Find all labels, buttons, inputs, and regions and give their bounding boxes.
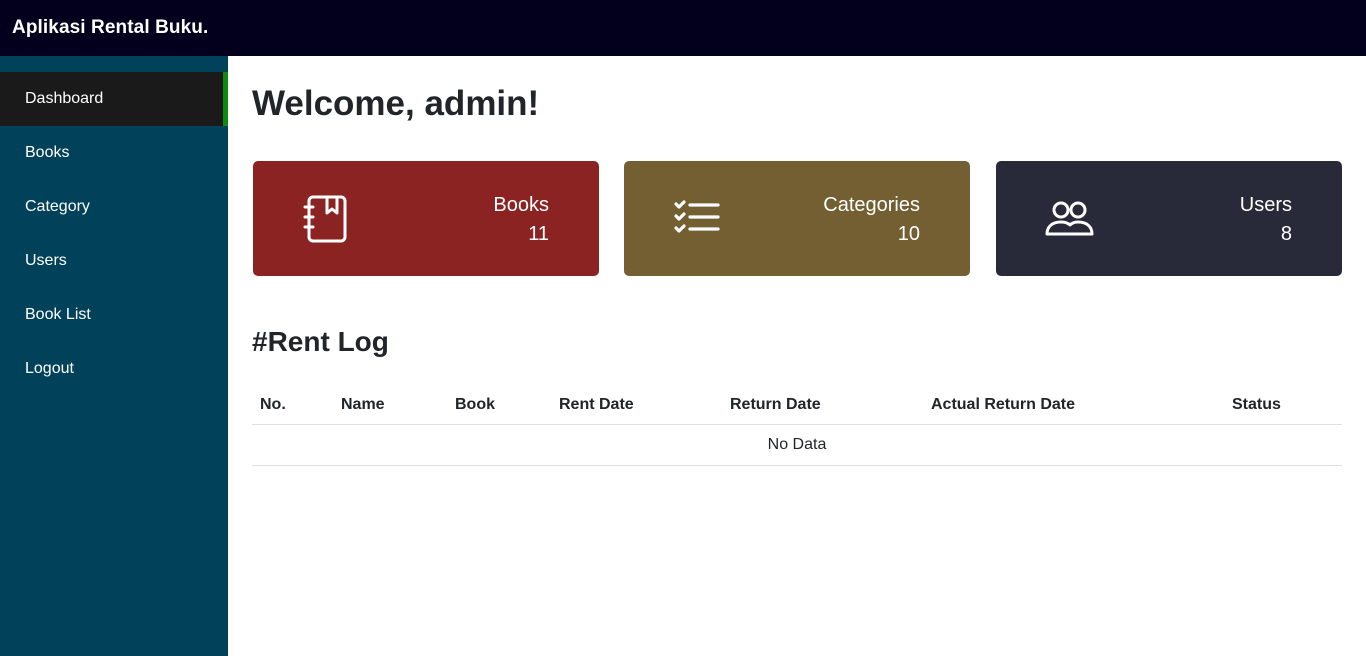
column-header-book: Book [447, 386, 551, 425]
users-card: Users 8 [996, 161, 1342, 276]
table-row: No Data [252, 424, 1342, 466]
rent-log-title: #Rent Log [252, 326, 389, 357]
books-card-label: Books [493, 194, 549, 216]
column-header-actual-return-date: Actual Return Date [923, 386, 1224, 425]
main-content: Welcome, admin! Books 11 Categories 10 U… [252, 56, 1342, 466]
list-icon [672, 193, 724, 245]
app-brand[interactable]: Aplikasi Rental Buku. [12, 17, 208, 39]
sidebar-item-book-list[interactable]: Book List [0, 288, 228, 342]
users-icon [1044, 193, 1096, 245]
categories-card-count: 10 [897, 223, 920, 245]
top-navbar: Aplikasi Rental Buku. [0, 0, 1366, 56]
users-card-label: Users [1239, 194, 1292, 216]
column-header-rent-date: Rent Date [551, 386, 722, 425]
rent-log-table: No. Name Book Rent Date Return Date Actu… [252, 386, 1342, 466]
column-header-name: Name [333, 386, 447, 425]
categories-card-label: Categories [823, 194, 920, 216]
table-header-row: No. Name Book Rent Date Return Date Actu… [252, 386, 1342, 425]
sidebar-item-books[interactable]: Books [0, 126, 228, 180]
sidebar-item-category[interactable]: Category [0, 180, 228, 234]
sidebar-item-users[interactable]: Users [0, 234, 228, 288]
users-card-count: 8 [1280, 223, 1292, 245]
sidebar-item-logout[interactable]: Logout [0, 342, 228, 396]
summary-cards: Books 11 Categories 10 Users 8 [252, 161, 1342, 276]
column-header-return-date: Return Date [722, 386, 923, 425]
column-header-no: No. [252, 386, 333, 425]
book-icon [301, 193, 353, 245]
page-title: Welcome, admin! [252, 84, 540, 123]
sidebar: Dashboard Books Category Users Book List… [0, 56, 228, 656]
books-card: Books 11 [253, 161, 599, 276]
categories-card: Categories 10 [624, 161, 970, 276]
column-header-status: Status [1224, 386, 1342, 425]
sidebar-item-dashboard[interactable]: Dashboard [0, 72, 228, 126]
empty-table-message: No Data [252, 424, 1342, 466]
books-card-count: 11 [528, 223, 549, 245]
